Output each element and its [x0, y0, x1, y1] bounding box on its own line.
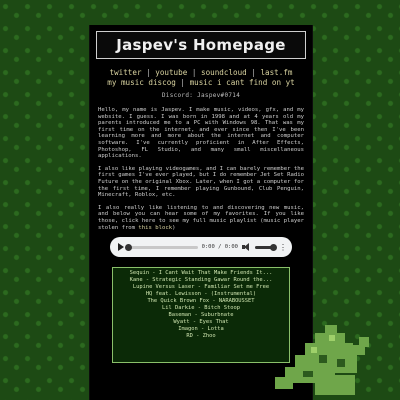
- links-nav: twitter | youtube | soundcloud | last.fm…: [107, 68, 295, 87]
- header-box: Jaspev's Homepage: [96, 31, 306, 59]
- link-this-block[interactable]: this block: [138, 225, 172, 231]
- playlist-item[interactable]: Lupine Versus Laser - Familiar Set me Fr…: [113, 284, 289, 291]
- volume-handle[interactable]: [270, 243, 277, 251]
- playlist-item[interactable]: RD - Zhoo: [113, 333, 289, 340]
- bio-paragraph-1: Hello, my name is Jaspev. I make music, …: [98, 107, 304, 160]
- seek-bar[interactable]: [125, 243, 198, 251]
- bio-paragraph-2: I also like playing videogames, and I ca…: [98, 165, 304, 199]
- play-icon[interactable]: [118, 243, 124, 252]
- playlist-item[interactable]: Baseman - Suburbnate: [113, 312, 289, 319]
- more-options-icon[interactable]: ⋮: [279, 243, 287, 252]
- playlist-box[interactable]: Sequin - I Cant Wait That Make Friends I…: [112, 267, 290, 364]
- discord-handle: Discord: Jaspev#0714: [161, 92, 241, 99]
- link-lastfm[interactable]: last.fm: [260, 68, 292, 77]
- link-soundcloud[interactable]: soundcloud: [201, 68, 247, 77]
- page-title: Jaspev's Homepage: [116, 36, 286, 54]
- link-twitter[interactable]: twitter: [110, 68, 142, 77]
- playlist-item[interactable]: Wyatt - Eyes That: [113, 319, 289, 326]
- link-music-discog[interactable]: my music discog: [107, 78, 176, 87]
- bio-section: Hello, my name is Jaspev. I make music, …: [98, 107, 304, 231]
- playlist-item[interactable]: Imagon - Lotta: [113, 326, 289, 333]
- playlist-item[interactable]: The Quick Brown Fox - NARABOUSSET: [113, 298, 289, 305]
- bio-paragraph-3: I also really like listening to and disc…: [98, 204, 304, 231]
- audio-player: 0:00 / 0:00 ⋮: [110, 237, 292, 258]
- playlist-item[interactable]: HQ feat. Lewisson - (Instrumental): [113, 291, 289, 298]
- link-youtube[interactable]: youtube: [155, 68, 187, 77]
- volume-icon[interactable]: [242, 243, 251, 252]
- playlist-item[interactable]: Kane - Strategic Standing Gawar Round th…: [113, 277, 289, 284]
- homepage-panel: Jaspev's Homepage twitter | youtube | so…: [89, 25, 313, 400]
- player-time: 0:00 / 0:00: [201, 244, 238, 251]
- seek-handle[interactable]: [125, 243, 132, 251]
- volume-slider[interactable]: [255, 243, 277, 251]
- link-music-not-on-yt[interactable]: music i cant find on yt: [190, 78, 295, 87]
- playlist-item[interactable]: Sequin - I Cant Wait That Make Friends I…: [113, 270, 289, 277]
- playlist-item[interactable]: Lil Darkie - Bitch Stoop: [113, 305, 289, 312]
